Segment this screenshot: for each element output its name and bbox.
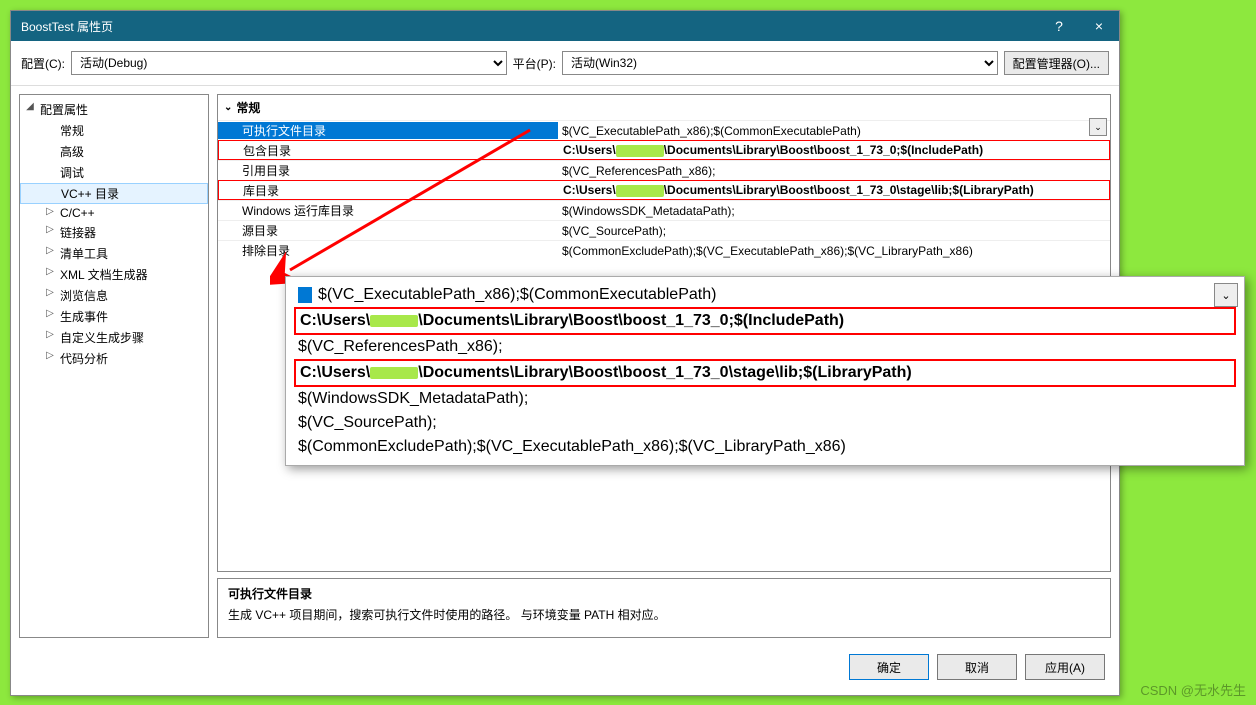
tree-item[interactable]: ▷ 代码分析 xyxy=(20,348,208,369)
property-row[interactable]: 可执行文件目录$(VC_ExecutablePath_x86);$(Common… xyxy=(218,120,1110,140)
redacted xyxy=(616,185,664,197)
tree-arrow-icon: ▷ xyxy=(44,266,56,277)
apply-button[interactable]: 应用(A) xyxy=(1025,654,1105,680)
zoom-line: $(WindowsSDK_MetadataPath); xyxy=(294,387,1236,411)
tree-panel[interactable]: ◢ 配置属性常规高级调试 VC++ 目录 ▷ C/C++ ▷ 链接器 ▷ 清单工具 ▷ XML 文档… xyxy=(19,94,209,638)
prop-name: 排除目录 xyxy=(218,242,558,259)
desc-title: 可执行文件目录 xyxy=(228,585,1100,602)
tree-arrow-icon: ▷ xyxy=(44,308,56,319)
dropdown-icon[interactable]: ⌄ xyxy=(1089,118,1107,136)
property-row[interactable]: 排除目录$(CommonExcludePath);$(VC_Executable… xyxy=(218,240,1110,260)
prop-value[interactable]: $(VC_ReferencesPath_x86); xyxy=(558,164,1110,178)
prop-value[interactable]: $(WindowsSDK_MetadataPath); xyxy=(558,204,1110,218)
tree-item[interactable]: ▷ 生成事件 xyxy=(20,306,208,327)
tree-arrow-icon: ▷ xyxy=(44,287,56,298)
tree-item[interactable]: ▷ 自定义生成步骤 xyxy=(20,327,208,348)
property-row[interactable]: 引用目录$(VC_ReferencesPath_x86); xyxy=(218,160,1110,180)
tree-arrow-icon: ▷ xyxy=(44,350,56,361)
prop-value[interactable]: C:\Users\\Documents\Library\Boost\boost_… xyxy=(559,143,1109,157)
tree-item[interactable]: 调试 xyxy=(20,162,208,183)
zoom-line: $(VC_ReferencesPath_x86); xyxy=(294,335,1236,359)
config-select[interactable]: 活动(Debug) xyxy=(71,51,507,75)
zoom-line: $(CommonExcludePath);$(VC_ExecutablePath… xyxy=(294,435,1236,459)
prop-value[interactable]: C:\Users\\Documents\Library\Boost\boost_… xyxy=(559,183,1109,197)
prop-name: 源目录 xyxy=(218,222,558,239)
prop-name: 可执行文件目录 xyxy=(218,122,558,139)
tree-item[interactable]: 高级 xyxy=(20,141,208,162)
tree-item-label: 配置属性 xyxy=(40,103,88,117)
config-manager-button[interactable]: 配置管理器(O)... xyxy=(1004,51,1109,75)
redacted xyxy=(370,315,418,327)
redacted xyxy=(370,367,418,379)
tree-item-label: 链接器 xyxy=(60,226,96,240)
tree-item-label: 常规 xyxy=(60,124,84,138)
chevron-down-icon: ⌄ xyxy=(224,102,232,113)
tree-item-label: 清单工具 xyxy=(60,247,108,261)
tree-item[interactable]: ◢ 配置属性 xyxy=(20,99,208,120)
property-row[interactable]: 包含目录C:\Users\\Documents\Library\Boost\bo… xyxy=(218,140,1110,160)
tree-item[interactable]: ▷ XML 文档生成器 xyxy=(20,264,208,285)
description-panel: 可执行文件目录 生成 VC++ 项目期间，搜索可执行文件时使用的路径。 与环境变… xyxy=(217,578,1111,638)
prop-name: Windows 运行库目录 xyxy=(218,202,558,219)
tree-item[interactable]: ▷ 浏览信息 xyxy=(20,285,208,306)
prop-value[interactable]: $(CommonExcludePath);$(VC_ExecutablePath… xyxy=(558,244,1110,258)
tree-arrow-icon: ▷ xyxy=(44,329,56,340)
group-label: 常规 xyxy=(236,99,260,116)
prop-name: 库目录 xyxy=(219,182,559,199)
tree-item[interactable]: ▷ 链接器 xyxy=(20,222,208,243)
titlebar[interactable]: BoostTest 属性页 ? × xyxy=(11,11,1119,41)
platform-select[interactable]: 活动(Win32) xyxy=(562,51,998,75)
zoom-line: C:\Users\\Documents\Library\Boost\boost_… xyxy=(294,307,1236,335)
prop-value[interactable]: $(VC_ExecutablePath_x86);$(CommonExecuta… xyxy=(558,124,1110,138)
tree-item-label: 自定义生成步骤 xyxy=(60,331,144,345)
prop-name: 引用目录 xyxy=(218,162,558,179)
property-row[interactable]: Windows 运行库目录$(WindowsSDK_MetadataPath); xyxy=(218,200,1110,220)
watermark: CSDN @无水先生 xyxy=(1140,680,1246,699)
cancel-button[interactable]: 取消 xyxy=(937,654,1017,680)
window-title: BoostTest 属性页 xyxy=(21,18,113,35)
tree-arrow-icon: ◢ xyxy=(24,101,36,112)
zoom-dropdown-icon: ⌄ xyxy=(1214,283,1238,307)
tree-item[interactable]: ▷ C/C++ xyxy=(20,204,208,222)
tree-item-label: 浏览信息 xyxy=(60,289,108,303)
redacted xyxy=(616,145,664,157)
tree-item-label: 代码分析 xyxy=(60,352,108,366)
close-button[interactable]: × xyxy=(1079,11,1119,41)
tree-item-label: XML 文档生成器 xyxy=(60,268,148,282)
tree-arrow-icon: ▷ xyxy=(44,224,56,235)
config-row: 配置(C): 活动(Debug) 平台(P): 活动(Win32) 配置管理器(… xyxy=(11,41,1119,86)
help-button[interactable]: ? xyxy=(1039,11,1079,41)
zoom-line: C:\Users\\Documents\Library\Boost\boost_… xyxy=(294,359,1236,387)
tree-item-label: VC++ 目录 xyxy=(61,187,119,201)
tree-item[interactable]: 常规 xyxy=(20,120,208,141)
tree-item-label: 调试 xyxy=(60,166,84,180)
zoom-line: $(VC_ExecutablePath_x86);$(CommonExecuta… xyxy=(294,283,1236,307)
property-row[interactable]: 库目录C:\Users\\Documents\Library\Boost\boo… xyxy=(218,180,1110,200)
platform-label: 平台(P): xyxy=(513,55,556,72)
tree-item-label: 生成事件 xyxy=(60,310,108,324)
tree-item[interactable]: VC++ 目录 xyxy=(20,183,208,204)
zoom-line: $(VC_SourcePath); xyxy=(294,411,1236,435)
zoom-overlay: ⌄ $(VC_ExecutablePath_x86);$(CommonExecu… xyxy=(285,276,1245,466)
tree-item-label: 高级 xyxy=(60,145,84,159)
ok-button[interactable]: 确定 xyxy=(849,654,929,680)
property-row[interactable]: 源目录$(VC_SourcePath); xyxy=(218,220,1110,240)
tree-arrow-icon: ▷ xyxy=(44,206,56,217)
tree-item-label: C/C++ xyxy=(60,206,95,220)
prop-name: 包含目录 xyxy=(219,142,559,159)
tree-arrow-icon: ▷ xyxy=(44,245,56,256)
prop-value[interactable]: $(VC_SourcePath); xyxy=(558,224,1110,238)
tree-item[interactable]: ▷ 清单工具 xyxy=(20,243,208,264)
desc-text: 生成 VC++ 项目期间，搜索可执行文件时使用的路径。 与环境变量 PATH 相… xyxy=(228,606,1100,623)
config-label: 配置(C): xyxy=(21,55,65,72)
dialog-footer: 确定 取消 应用(A) xyxy=(11,646,1119,688)
group-header[interactable]: ⌄ 常规 xyxy=(218,95,1110,120)
